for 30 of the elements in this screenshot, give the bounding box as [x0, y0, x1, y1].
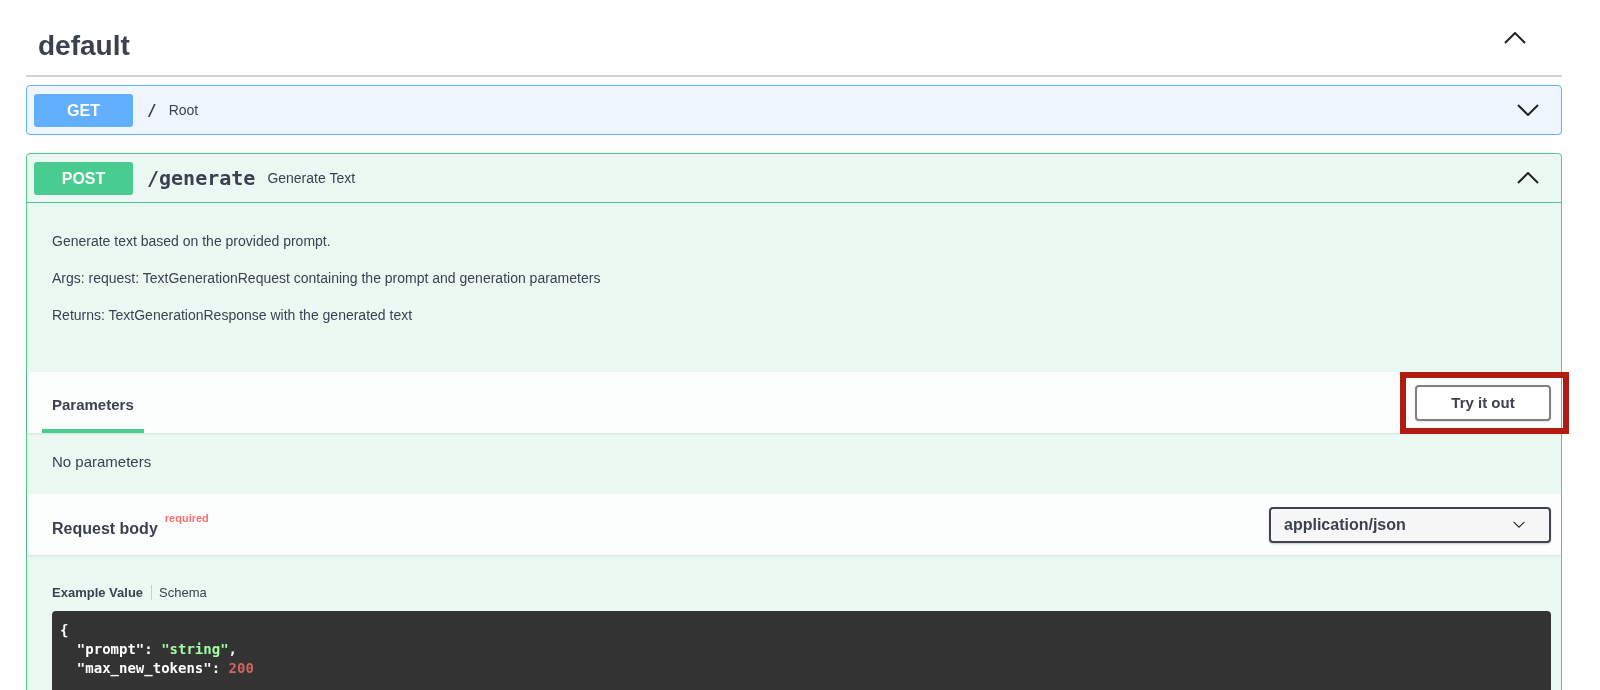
endpoint-path: /generate — [147, 166, 256, 190]
try-it-out-button[interactable]: Try it out — [1415, 384, 1551, 421]
caret-icon — [1513, 521, 1525, 528]
code-token: : — [211, 659, 222, 678]
no-parameters-text: No parameters — [51, 452, 153, 472]
content-type-dropdown[interactable]: application/json — [1269, 506, 1551, 543]
endpoint-summary: Generate Text — [267, 170, 356, 186]
method-badge: GET — [34, 93, 133, 127]
section-title: default — [38, 28, 130, 62]
example-value-tab[interactable]: Example Value — [52, 585, 152, 600]
schema-tab[interactable]: Schema — [151, 585, 215, 600]
code-token: "string" — [161, 640, 229, 659]
endpoint-path: / — [147, 100, 157, 120]
code-token: "max_new_tokens" — [75, 659, 212, 678]
collapse-icon[interactable] — [1504, 31, 1526, 44]
collapse-icon[interactable] — [1517, 172, 1539, 184]
parameters-tab[interactable]: Parameters — [42, 380, 144, 433]
code-token: { — [60, 621, 69, 640]
code-token: "prompt" — [75, 640, 145, 659]
endpoint-summary: Root — [168, 102, 199, 118]
code-token: : — [144, 640, 154, 659]
expand-icon[interactable] — [1517, 104, 1539, 116]
method-badge: POST — [34, 161, 133, 195]
code-token: 200 — [228, 659, 254, 678]
description-text: Generate text based on the provided prompt. — [52, 233, 332, 250]
code-token: , — [228, 640, 238, 659]
request-body-title: Request body — [52, 518, 158, 538]
description-text: Args: request: TextGenerationRequest containing the prompt and generation parameters — [52, 270, 602, 287]
required-label: required — [164, 511, 209, 524]
description-text: Returns: TextGenerationResponse with the generated text — [52, 307, 414, 324]
